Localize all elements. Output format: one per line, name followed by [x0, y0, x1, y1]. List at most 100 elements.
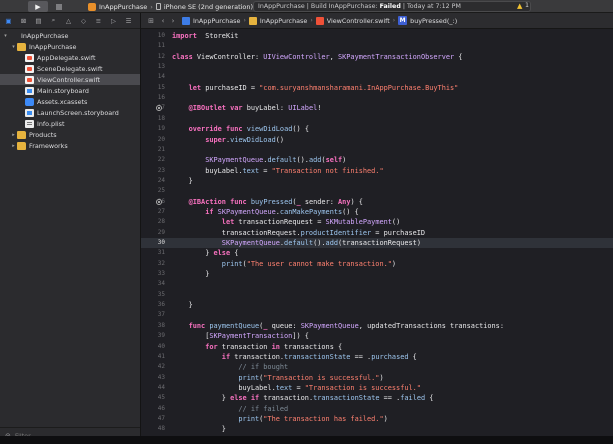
- report-icon[interactable]: ☰: [124, 16, 133, 25]
- disclosure-icon[interactable]: ▸: [10, 132, 17, 138]
- code-line[interactable]: 28 let transactionRequest = SKMutablePay…: [141, 217, 613, 227]
- code-line[interactable]: 26 @IBAction func buyPressed(_ sender: A…: [141, 197, 613, 207]
- file-tree-item[interactable]: AppDelegate.swift: [0, 52, 140, 63]
- file-tree-label: SceneDelegate.swift: [37, 64, 103, 73]
- code-token: import: [172, 32, 197, 40]
- file-tree-item[interactable]: ▾ InAppPurchase: [0, 41, 140, 52]
- code-line[interactable]: 40 for transaction in transactions {: [141, 342, 613, 352]
- file-tree-item[interactable]: Assets.xcassets: [0, 96, 140, 107]
- code-token: "Transaction not finished.": [271, 166, 384, 175]
- disclosure-icon[interactable]: ▾: [10, 44, 17, 50]
- run-button[interactable]: ▶: [28, 1, 48, 12]
- chevron-right-icon[interactable]: ›: [168, 17, 178, 25]
- code-line[interactable]: 43 print("Transaction is successful."): [141, 373, 613, 383]
- chevron-left-icon[interactable]: ‹: [158, 17, 168, 25]
- code-line[interactable]: 27 if SKPaymentQueue.canMakePayments() {: [141, 207, 613, 217]
- file-tree-item[interactable]: Info.plist: [0, 118, 140, 129]
- code-line[interactable]: 23 buyLabel.text = "Transaction not fini…: [141, 166, 613, 176]
- code-line[interactable]: 46 // if failed: [141, 404, 613, 414]
- connection-indicator-icon[interactable]: [156, 198, 162, 205]
- file-tree-item[interactable]: ▸ Frameworks: [0, 140, 140, 151]
- code-line[interactable]: 25: [141, 186, 613, 196]
- code-line[interactable]: 11: [141, 41, 613, 51]
- code-line[interactable]: 38 func paymentQueue(_ queue: SKPaymentQ…: [141, 321, 613, 331]
- code-line[interactable]: 24 }: [141, 176, 613, 186]
- disclosure-icon[interactable]: ▾: [2, 33, 9, 39]
- related-items-icon[interactable]: ⊞: [144, 17, 158, 25]
- code-token: ,: [329, 52, 338, 61]
- code-token: print: [238, 373, 260, 382]
- code-token: ): [342, 156, 347, 165]
- breakpoint-icon[interactable]: ▷: [109, 16, 118, 25]
- code-text: print("The transaction has failed."): [172, 414, 387, 424]
- breadcrumb-method[interactable]: buyPressed(_:): [410, 17, 457, 25]
- code-line[interactable]: 47 print("The transaction has failed."): [141, 414, 613, 424]
- file-tree-item[interactable]: SceneDelegate.swift: [0, 63, 140, 74]
- code-line[interactable]: 48 }: [141, 424, 613, 434]
- code-token: transactionState: [284, 352, 351, 361]
- disclosure-icon[interactable]: ▸: [10, 143, 17, 149]
- stop-button[interactable]: [52, 1, 66, 12]
- scheme-selector[interactable]: InAppPurchase › iPhone SE (2nd generatio…: [88, 1, 253, 12]
- code-text: [SKPaymentTransaction]) {: [172, 331, 309, 341]
- file-tree-item[interactable]: ▾ InAppPurchase: [0, 30, 140, 41]
- file-tree-item[interactable]: ViewController.swift: [0, 74, 140, 85]
- code-editor[interactable]: 10 import StoreKit 11 12 class ViewControlle…: [141, 29, 613, 436]
- code-line[interactable]: 10 import StoreKit: [141, 31, 613, 41]
- code-line[interactable]: 19 override func viewDidLoad() {: [141, 124, 613, 134]
- folder-icon[interactable]: ▣: [4, 16, 13, 25]
- issue-icon[interactable]: △: [64, 16, 73, 25]
- line-number: 33: [157, 270, 165, 278]
- code-token: SKPaymentTransactionObserver: [337, 52, 455, 61]
- search-icon[interactable]: ⌕: [49, 16, 58, 25]
- code-token: , updatedTransactions transactions:: [358, 321, 504, 330]
- activity-viewer[interactable]: InAppPurchase | Build InAppPurchase: Fai…: [253, 1, 531, 12]
- test-icon[interactable]: ◇: [79, 16, 88, 25]
- code-line[interactable]: 30 SKPaymentQueue.default().add(transact…: [141, 238, 613, 248]
- code-line[interactable]: 36 }: [141, 300, 613, 310]
- file-tree-item[interactable]: ▸ Products: [0, 129, 140, 140]
- code-line[interactable]: 32 print("The user cannot make transacti…: [141, 259, 613, 269]
- breadcrumb-file[interactable]: ViewController.swift: [327, 17, 390, 25]
- code-line[interactable]: 12 class ViewController: UIViewController…: [141, 52, 613, 62]
- code-line[interactable]: 15 let purchaseID = "com.suryanshmanshar…: [141, 83, 613, 93]
- source-control-icon[interactable]: ⊠: [19, 16, 28, 25]
- code-line[interactable]: 33 }: [141, 269, 613, 279]
- code-line[interactable]: 34: [141, 279, 613, 289]
- file-tree-item[interactable]: Main.storyboard: [0, 85, 140, 96]
- code-line[interactable]: 29 transactionRequest.productIdentifier …: [141, 228, 613, 238]
- code-token: }: [172, 394, 231, 403]
- code-line[interactable]: 42 // if bought: [141, 362, 613, 372]
- code-line[interactable]: 18: [141, 114, 613, 124]
- file-tree-item[interactable]: LaunchScreen.storyboard: [0, 107, 140, 118]
- code-line[interactable]: 39 [SKPaymentTransaction]) {: [141, 331, 613, 341]
- breadcrumb-project[interactable]: InAppPurchase: [193, 17, 240, 25]
- code-line[interactable]: 45 } else if transaction.transactionStat…: [141, 393, 613, 403]
- code-line[interactable]: 16: [141, 93, 613, 103]
- code-token: // if bought: [238, 363, 289, 372]
- code-line[interactable]: 35: [141, 290, 613, 300]
- code-token: @IBAction: [188, 197, 226, 206]
- code-token: print: [221, 259, 243, 268]
- code-line[interactable]: 14: [141, 72, 613, 82]
- code-line[interactable]: 41 if transaction.transactionState == .p…: [141, 352, 613, 362]
- code-line[interactable]: 31 } else {: [141, 248, 613, 258]
- code-token: transactions {: [279, 342, 343, 351]
- code-line[interactable]: 17 @IBOutlet var buyLabel: UILabel!: [141, 103, 613, 113]
- debug-icon[interactable]: ≡: [94, 16, 103, 25]
- breadcrumb-folder[interactable]: InAppPurchase: [260, 17, 307, 25]
- warning-icon[interactable]: ▲: [517, 2, 522, 10]
- code-line[interactable]: 22 SKPaymentQueue.default().add(self): [141, 155, 613, 165]
- symbol-icon[interactable]: ▤: [34, 16, 43, 25]
- code-line[interactable]: 13: [141, 62, 613, 72]
- code-token: StoreKit: [196, 32, 239, 40]
- code-line[interactable]: 44 buyLabel.text = "Transaction is succe…: [141, 383, 613, 393]
- code-line[interactable]: 21: [141, 145, 613, 155]
- plist-file-icon: [25, 119, 34, 128]
- code-line[interactable]: 20 super.viewDidLoad(): [141, 135, 613, 145]
- line-number: 47: [157, 414, 165, 422]
- code-line[interactable]: 37: [141, 310, 613, 320]
